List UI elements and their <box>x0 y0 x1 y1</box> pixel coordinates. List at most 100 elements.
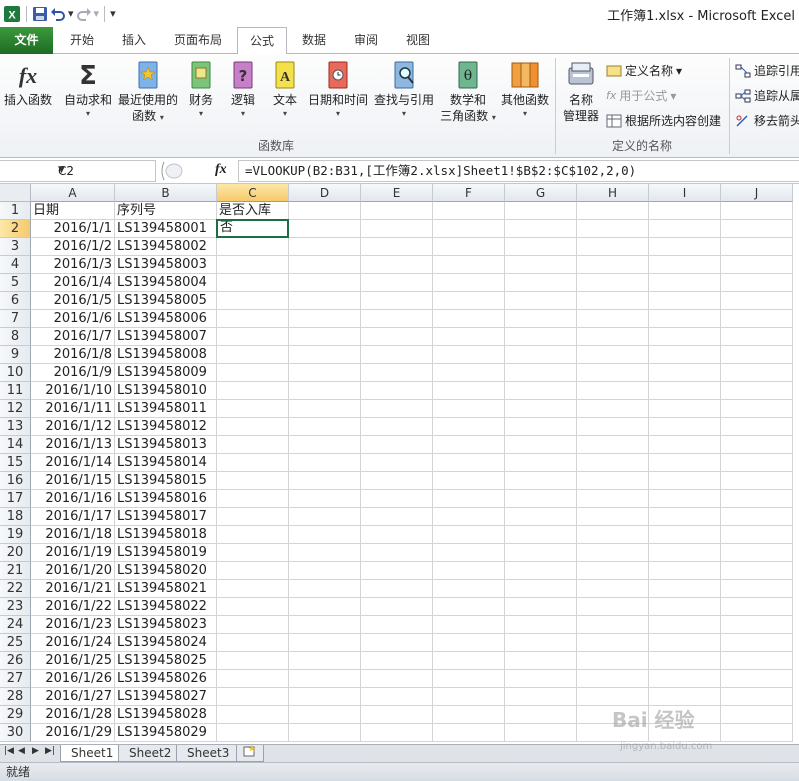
cell[interactable]: LS139458020 <box>115 562 217 580</box>
cell[interactable] <box>649 310 721 328</box>
cell[interactable] <box>289 508 361 526</box>
cell[interactable] <box>721 490 793 508</box>
cell[interactable] <box>217 652 289 670</box>
cell[interactable]: 2016/1/11 <box>31 400 115 418</box>
cell[interactable] <box>721 634 793 652</box>
cell[interactable] <box>289 706 361 724</box>
column-header-h[interactable]: H <box>577 184 649 202</box>
cell[interactable] <box>361 634 433 652</box>
cell[interactable] <box>505 508 577 526</box>
row-header[interactable]: 12 <box>0 400 31 418</box>
cell[interactable] <box>361 328 433 346</box>
cell[interactable] <box>577 436 649 454</box>
row-header[interactable]: 9 <box>0 346 31 364</box>
cell[interactable]: 2016/1/15 <box>31 472 115 490</box>
cell[interactable] <box>361 562 433 580</box>
cell[interactable] <box>721 670 793 688</box>
cell[interactable]: LS139458011 <box>115 400 217 418</box>
cell[interactable] <box>289 472 361 490</box>
cell[interactable] <box>721 274 793 292</box>
cell[interactable] <box>217 724 289 742</box>
cell[interactable]: LS139458004 <box>115 274 217 292</box>
cell[interactable] <box>217 364 289 382</box>
cell[interactable] <box>577 346 649 364</box>
cell[interactable] <box>721 436 793 454</box>
cell[interactable] <box>217 400 289 418</box>
cell[interactable] <box>505 472 577 490</box>
cell[interactable] <box>721 508 793 526</box>
cell[interactable] <box>433 598 505 616</box>
cell[interactable] <box>433 634 505 652</box>
cell[interactable] <box>505 238 577 256</box>
cell[interactable] <box>361 670 433 688</box>
cell[interactable] <box>505 526 577 544</box>
cell[interactable]: LS139458016 <box>115 490 217 508</box>
cell[interactable] <box>433 292 505 310</box>
chevron-down-icon[interactable]: ▼ <box>58 165 151 175</box>
fx-icon[interactable]: fx <box>215 162 227 178</box>
cell[interactable]: 2016/1/9 <box>31 364 115 382</box>
row-header[interactable]: 10 <box>0 364 31 382</box>
cell[interactable] <box>217 454 289 472</box>
cell[interactable] <box>289 616 361 634</box>
lookup-reference-button[interactable]: 查找与引用 ▾ <box>372 58 436 120</box>
name-box[interactable]: C2 ▼ <box>0 160 156 182</box>
math-trig-button[interactable]: θ 数学和 三角函数 ▾ <box>437 58 499 124</box>
cell[interactable] <box>721 238 793 256</box>
tab-home[interactable]: 开始 <box>60 27 104 54</box>
cell[interactable] <box>721 616 793 634</box>
cell[interactable] <box>217 346 289 364</box>
cell[interactable] <box>433 472 505 490</box>
cell[interactable]: 2016/1/10 <box>31 382 115 400</box>
row-header[interactable]: 29 <box>0 706 31 724</box>
cell[interactable]: 2016/1/21 <box>31 580 115 598</box>
cell[interactable]: 2016/1/16 <box>31 490 115 508</box>
cell[interactable] <box>289 256 361 274</box>
cell[interactable]: 2016/1/29 <box>31 724 115 742</box>
column-header-j[interactable]: J <box>721 184 793 202</box>
cell[interactable]: LS139458005 <box>115 292 217 310</box>
cell[interactable] <box>433 562 505 580</box>
cell[interactable] <box>289 220 361 238</box>
cell[interactable] <box>289 454 361 472</box>
cell[interactable] <box>289 598 361 616</box>
cell[interactable]: 日期 <box>31 202 115 220</box>
column-header-f[interactable]: F <box>433 184 505 202</box>
cell[interactable] <box>577 562 649 580</box>
cell[interactable] <box>505 544 577 562</box>
cell[interactable]: 2016/1/19 <box>31 544 115 562</box>
row-header[interactable]: 13 <box>0 418 31 436</box>
cell[interactable] <box>505 382 577 400</box>
cell[interactable] <box>649 274 721 292</box>
cell[interactable]: LS139458026 <box>115 670 217 688</box>
undo-icon[interactable] <box>50 4 66 24</box>
tab-data[interactable]: 数据 <box>292 27 336 54</box>
cell[interactable]: LS139458009 <box>115 364 217 382</box>
row-header[interactable]: 22 <box>0 580 31 598</box>
cell[interactable] <box>505 220 577 238</box>
row-header[interactable]: 2 <box>0 220 31 238</box>
cell[interactable]: 2016/1/7 <box>31 328 115 346</box>
cell[interactable] <box>361 418 433 436</box>
cell[interactable] <box>505 274 577 292</box>
column-header-a[interactable]: A <box>31 184 115 202</box>
cell[interactable] <box>505 328 577 346</box>
cell[interactable] <box>577 508 649 526</box>
cell[interactable] <box>577 292 649 310</box>
row-header[interactable]: 26 <box>0 652 31 670</box>
cell[interactable] <box>721 706 793 724</box>
cell[interactable] <box>361 508 433 526</box>
row-header[interactable]: 4 <box>0 256 31 274</box>
cell[interactable]: LS139458017 <box>115 508 217 526</box>
cell[interactable] <box>361 382 433 400</box>
cell[interactable] <box>577 580 649 598</box>
cell[interactable] <box>433 670 505 688</box>
cell[interactable] <box>433 724 505 742</box>
cell[interactable] <box>361 400 433 418</box>
cell[interactable] <box>217 688 289 706</box>
cell[interactable] <box>649 292 721 310</box>
cell[interactable] <box>433 418 505 436</box>
cell[interactable] <box>433 454 505 472</box>
cell[interactable] <box>505 364 577 382</box>
row-header[interactable]: 1 <box>0 202 31 220</box>
